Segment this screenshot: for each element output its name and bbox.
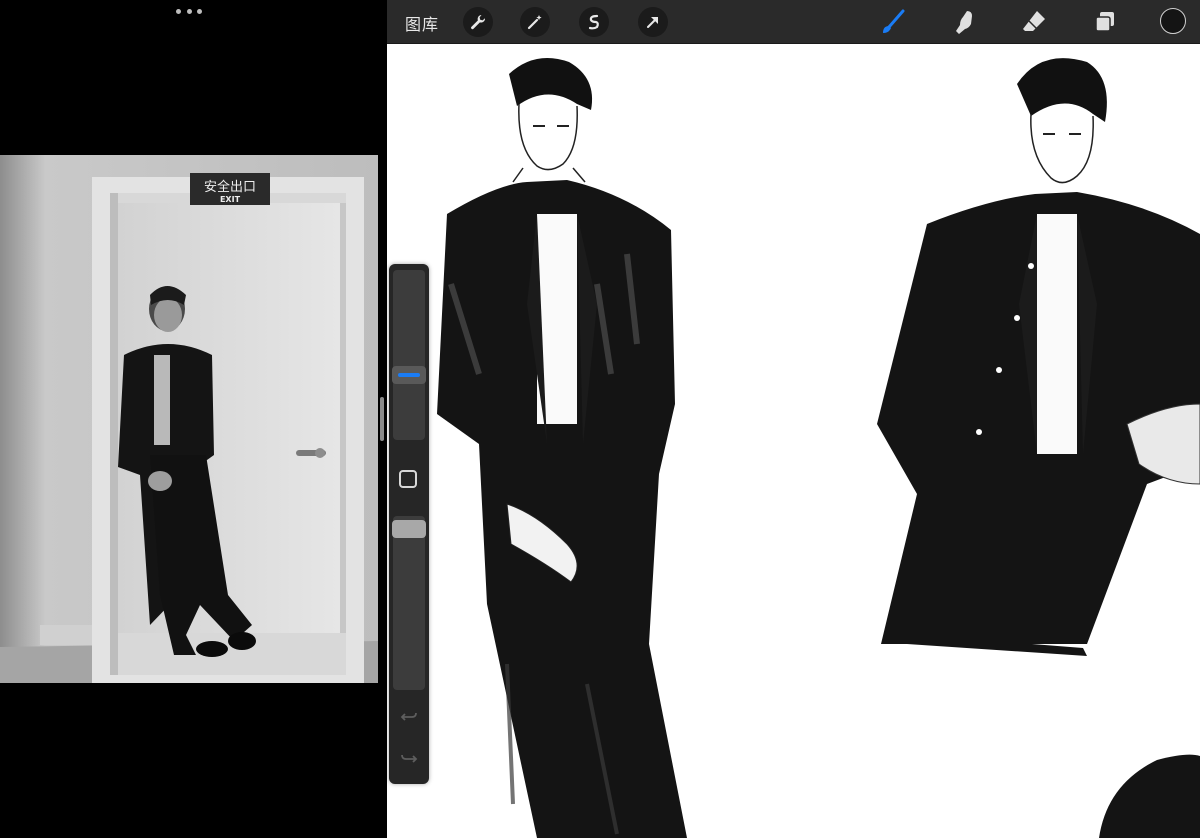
brush-size-slider-thumb[interactable]: [392, 366, 426, 384]
artwork: [437, 58, 1200, 838]
smudge-tool-button[interactable]: [949, 8, 979, 36]
magic-wand-icon: [527, 15, 542, 30]
selection-button[interactable]: [579, 7, 609, 37]
split-view-divider-handle[interactable]: [380, 397, 384, 441]
smudge-icon: [956, 11, 972, 34]
gallery-button[interactable]: 图库: [405, 11, 439, 35]
sketch-partial-head: [1099, 754, 1200, 838]
eraser-icon: [1023, 11, 1045, 31]
opacity-slider[interactable]: [393, 516, 425, 690]
brush-tool-button[interactable]: [878, 8, 908, 36]
multitasking-dots-icon[interactable]: [176, 6, 202, 16]
modify-button[interactable]: [399, 470, 417, 488]
sketch-figure-right: [877, 58, 1200, 656]
opacity-slider-thumb[interactable]: [392, 520, 426, 538]
redo-button[interactable]: [398, 750, 420, 768]
procreate-app: 图库: [387, 0, 1200, 838]
layers-icon: [1095, 12, 1114, 32]
selection-icon: [588, 14, 599, 30]
brush-size-slider[interactable]: [393, 270, 425, 440]
exit-sign-subtext: EXIT: [220, 195, 241, 204]
split-view-left-pane: 安全出口 EXIT: [0, 0, 384, 838]
screen: 安全出口 EXIT 图库: [0, 0, 1200, 838]
sketch-figure-left: [437, 58, 687, 838]
drawing-canvas[interactable]: [387, 44, 1200, 838]
reference-photo[interactable]: 安全出口 EXIT: [0, 155, 378, 683]
top-toolbar: 图库: [387, 0, 1200, 44]
actions-button[interactable]: [463, 7, 493, 37]
undo-button[interactable]: [398, 708, 420, 726]
wrench-icon: [471, 15, 486, 30]
redo-icon: [401, 754, 418, 763]
transform-button[interactable]: [638, 7, 668, 37]
exit-sign-text: 安全出口: [204, 179, 256, 195]
adjustments-button[interactable]: [520, 7, 550, 37]
undo-icon: [400, 712, 417, 721]
layers-button[interactable]: [1090, 8, 1120, 36]
eraser-tool-button[interactable]: [1019, 8, 1049, 36]
color-picker-button[interactable]: [1160, 8, 1186, 34]
brush-sidebar: [389, 264, 429, 784]
brush-icon: [883, 9, 905, 33]
transform-arrow-icon: [647, 17, 658, 28]
